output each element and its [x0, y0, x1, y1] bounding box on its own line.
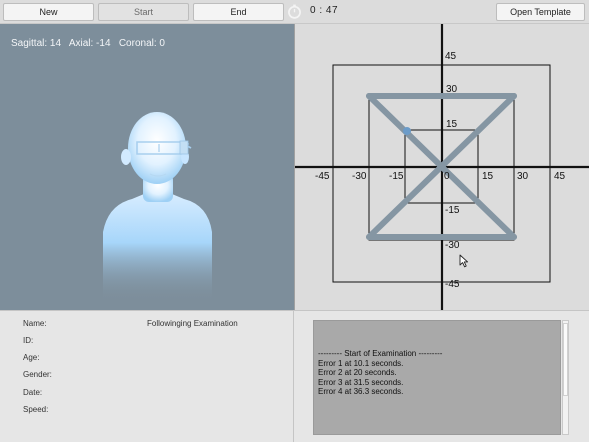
speed-label: Speed:: [23, 405, 49, 414]
x-tick-45: 45: [554, 171, 566, 182]
y-tick-45: 45: [445, 51, 457, 62]
3d-viewport[interactable]: Sagittal: 14 Axial: -14 Coronal: 0: [0, 24, 294, 310]
head-model[interactable]: [100, 102, 215, 302]
x-tick-30: 30: [517, 171, 529, 182]
examination-app: New Start End 0 : 47 Open Template Sagit…: [0, 0, 589, 442]
age-label: Age:: [23, 353, 40, 362]
examination-log-panel: --------- Start of Examination ---------…: [294, 310, 589, 442]
new-button[interactable]: New: [3, 3, 94, 21]
origin-label: 0: [444, 171, 450, 182]
orientation-readout: Sagittal: 14 Axial: -14 Coronal: 0: [11, 38, 165, 49]
x-tick-neg45: -45: [315, 171, 330, 182]
y-tick-neg45: -45: [445, 279, 460, 290]
end-button[interactable]: End: [193, 3, 284, 21]
y-tick-15: 15: [446, 119, 458, 130]
stopwatch-icon: [288, 4, 301, 19]
name-label: Name:: [23, 319, 47, 328]
gender-label: Gender:: [23, 370, 52, 379]
toolbar: New Start End 0 : 47 Open Template: [0, 0, 589, 24]
log-line: Error 1 at 10.1 seconds.: [318, 358, 404, 368]
open-template-button[interactable]: Open Template: [496, 3, 585, 21]
examination-log[interactable]: --------- Start of Examination ---------…: [313, 320, 561, 435]
date-label: Date:: [23, 388, 43, 397]
y-tick-30: 30: [446, 84, 458, 95]
grid-canvas: -45 -30 -15 15 30 45 45 30 15 -15 -30 -4…: [295, 24, 589, 310]
log-line: Error 4 at 36.3 seconds.: [318, 387, 404, 396]
y-tick-neg15: -15: [445, 205, 460, 216]
patient-info-panel: Followinging Examination Name: ID: Age: …: [0, 310, 294, 442]
elapsed-time: 0 : 47: [310, 5, 339, 16]
start-button[interactable]: Start: [98, 3, 189, 21]
log-line: Error 2 at 20 seconds.: [318, 368, 397, 377]
examination-title: Followinging Examination: [147, 319, 238, 328]
log-scrollbar-thumb[interactable]: [563, 323, 568, 396]
mouse-pointer-icon: [459, 254, 469, 268]
x-tick-neg15: -15: [389, 171, 404, 182]
log-line: --------- Start of Examination ---------: [318, 349, 443, 358]
log-scrollbar[interactable]: [562, 320, 569, 435]
target-marker: [403, 127, 411, 135]
x-tick-15: 15: [482, 171, 494, 182]
x-tick-neg30: -30: [352, 171, 367, 182]
log-lines: --------- Start of Examination ---------…: [318, 349, 442, 397]
log-line: Error 3 at 31.5 seconds.: [318, 377, 404, 387]
y-tick-neg30: -30: [445, 240, 460, 251]
id-label: ID:: [23, 336, 34, 345]
visual-field-grid[interactable]: -45 -30 -15 15 30 45 45 30 15 -15 -30 -4…: [294, 24, 589, 310]
